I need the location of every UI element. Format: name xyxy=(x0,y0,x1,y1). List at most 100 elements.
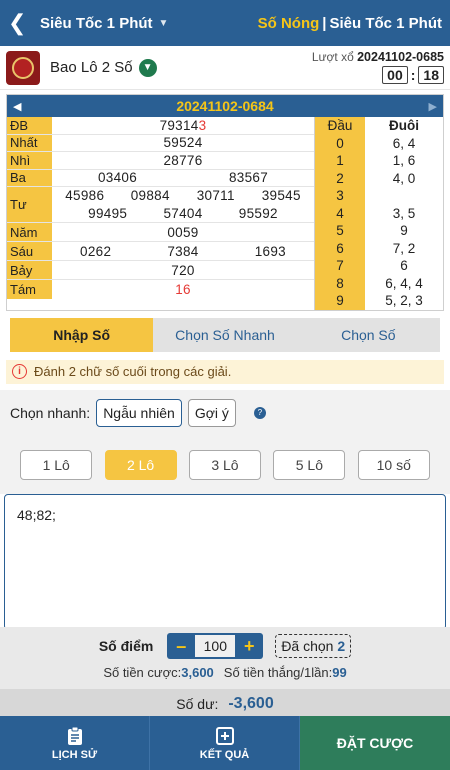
header-separator: | xyxy=(322,14,327,32)
prize-label: Ba xyxy=(7,169,52,186)
add-box-icon xyxy=(215,726,234,745)
prize-row-nhi: Nhì 28776 xyxy=(7,152,314,170)
prize-row-nhat: Nhất 59524 xyxy=(7,134,314,152)
head-digit: 0 xyxy=(315,134,365,152)
tab-pick-numbers[interactable]: Chọn Số xyxy=(297,318,440,352)
prize-label: Năm xyxy=(7,223,52,241)
draw-label: Lượt xổ xyxy=(311,50,354,64)
draw-id: 20241102-0685 xyxy=(357,50,444,64)
tail-digits: 4, 0 xyxy=(392,170,416,186)
prize-values: 0059 xyxy=(52,223,314,241)
prize-values: 28776 xyxy=(52,152,314,169)
result-tables: ĐB 793143 Nhất 59524 Nhì 28776 Ba 03406 … xyxy=(7,117,443,310)
prize-value: 30711 xyxy=(196,188,235,204)
lo-option-10[interactable]: 10 số xyxy=(357,449,430,480)
results-label: KẾT QUẢ xyxy=(199,748,250,761)
prize-label: Tám xyxy=(7,280,52,299)
logo-emblem-icon xyxy=(12,56,34,79)
back-arrow-icon[interactable]: ❮ xyxy=(8,10,32,36)
plus-button[interactable]: + xyxy=(235,633,263,659)
head-row: 76 xyxy=(315,257,443,275)
period-id: 20241102-0684 xyxy=(176,98,274,114)
random-button[interactable]: Ngẫu nhiên xyxy=(96,398,182,427)
prize-value: 03406 xyxy=(97,170,138,186)
results-button[interactable]: KẾT QUẢ xyxy=(150,716,300,770)
prize-row-tam: Tám 16 xyxy=(7,280,314,299)
game-info-row: Bao Lô 2 Số ▼ Lượt xổ 20241102-0685 00 :… xyxy=(0,46,450,90)
prize-row-tu: Tư 45986 09884 30711 39545 99495 57404 9… xyxy=(7,187,314,223)
lo-option-5[interactable]: 5 Lô xyxy=(273,449,346,480)
suggest-button[interactable]: Gợi ý xyxy=(187,398,236,427)
prize-values: 720 xyxy=(52,261,314,279)
prize-row-db: ĐB 793143 xyxy=(7,117,314,135)
place-bet-button[interactable]: ĐẶT CƯỢC xyxy=(300,716,450,770)
header-right-title[interactable]: Siêu Tốc 1 Phút xyxy=(329,15,442,32)
tail-digits: 7, 2 xyxy=(392,240,416,256)
prize-row-sau: Sáu 0262 7384 1693 xyxy=(7,242,314,261)
minus-button[interactable]: – xyxy=(167,633,195,659)
tab-enter-numbers[interactable]: Nhập Số xyxy=(10,317,154,352)
lo-option-2[interactable]: 2 Lô xyxy=(104,449,177,480)
prize-value: 59524 xyxy=(163,135,203,151)
prize-value-highlight: 3 xyxy=(198,117,207,133)
prize-row-ba: Ba 03406 83567 xyxy=(7,169,314,187)
input-mode-tabs: Nhập Số Chọn Số Nhanh Chọn Số xyxy=(10,317,440,352)
head-row: 1 1, 6 xyxy=(315,152,443,170)
tab-quick-pick[interactable]: Chọn Số Nhanh xyxy=(153,318,296,352)
number-input-area[interactable]: 48;82; xyxy=(4,493,446,630)
prize-value: 793143 xyxy=(52,118,314,133)
prize-values: 03406 83567 xyxy=(52,170,314,187)
balance-value: -3,600 xyxy=(228,695,274,712)
score-stepper: – 100 + xyxy=(167,633,264,659)
lo-option-3[interactable]: 3 Lô xyxy=(188,449,261,480)
chosen-count: 2 xyxy=(337,638,346,654)
bet-panel: Số điểm – 100 + Đã chọn 2 Số tiền cược:3… xyxy=(0,627,450,719)
bottom-action-bar: LỊCH SỬ KẾT QUẢ ĐẶT CƯỢC xyxy=(0,716,450,770)
balance-row: Số dư: -3,600 xyxy=(0,689,450,719)
history-button[interactable]: LỊCH SỬ xyxy=(0,716,150,770)
game-selector-label: Siêu Tốc 1 Phút xyxy=(40,14,153,32)
balance-label: Số dư: xyxy=(176,696,219,712)
head-tail-header: Đầu Đuôi xyxy=(315,117,443,135)
bet-type-name[interactable]: Bao Lô 2 Số xyxy=(50,59,133,76)
help-icon[interactable]: ? xyxy=(253,406,266,419)
head-tail-table: Đầu Đuôi 0 6, 4 1 1, 6 2 4, 0 3 4 3, 5 59 67… xyxy=(315,117,443,310)
chosen-count-badge: Đã chọn 2 xyxy=(275,634,352,658)
game-selector[interactable]: Siêu Tốc 1 Phút ▼ xyxy=(40,15,168,32)
tail-digits: 6, 4 xyxy=(392,135,416,151)
prize-value: 39545 xyxy=(261,188,301,204)
bet-type-dropdown-icon[interactable]: ▼ xyxy=(138,58,157,77)
lo-option-row: 1 Lô 2 Lô 3 Lô 5 Lô 10 số xyxy=(0,435,450,494)
head-row: 2 4, 0 xyxy=(315,169,443,187)
prize-value: 57404 xyxy=(163,205,203,221)
lo-option-1[interactable]: 1 Lô xyxy=(20,449,93,480)
prize-value: 7384 xyxy=(167,243,199,259)
draw-info: Lượt xổ 20241102-0685 00 : 18 xyxy=(312,50,444,85)
head-column-title: Đầu xyxy=(315,117,365,135)
prize-value: 28776 xyxy=(163,152,203,168)
rule-notice-text: Đánh 2 chữ số cuối trong các giải. xyxy=(34,364,232,379)
head-row: 4 3, 5 xyxy=(315,204,443,222)
countdown-separator: : xyxy=(410,67,416,83)
prev-period-icon[interactable]: ◀ xyxy=(13,100,21,113)
head-digit: 4 xyxy=(315,204,365,222)
prize-label: Tư xyxy=(7,187,52,222)
hot-numbers-link[interactable]: Số Nóng xyxy=(258,15,320,32)
stake-label: Số tiền cược: xyxy=(103,665,182,680)
tail-digits: 5, 2, 3 xyxy=(385,293,423,309)
chosen-label: Đã chọn xyxy=(281,638,334,654)
tail-column-title: Đuôi xyxy=(389,118,419,134)
head-digit: 8 xyxy=(315,274,365,292)
prize-row-nam: Năm 0059 xyxy=(7,223,314,242)
prize-table: ĐB 793143 Nhất 59524 Nhì 28776 Ba 03406 … xyxy=(7,117,315,310)
head-digit: 5 xyxy=(315,222,365,240)
head-digit: 7 xyxy=(315,257,365,275)
head-row: 8 6, 4, 4 xyxy=(315,274,443,292)
draw-line: Lượt xổ 20241102-0685 xyxy=(312,50,444,64)
head-digit: 3 xyxy=(315,187,365,205)
prize-values: 793143 xyxy=(52,117,314,134)
score-value[interactable]: 100 xyxy=(195,635,236,657)
prize-values: 45986 09884 30711 39545 99495 57404 9559… xyxy=(52,187,314,222)
win-info: Số tiền thắng/1lần:99 xyxy=(224,665,347,687)
next-period-icon[interactable]: ▶ xyxy=(429,100,437,113)
